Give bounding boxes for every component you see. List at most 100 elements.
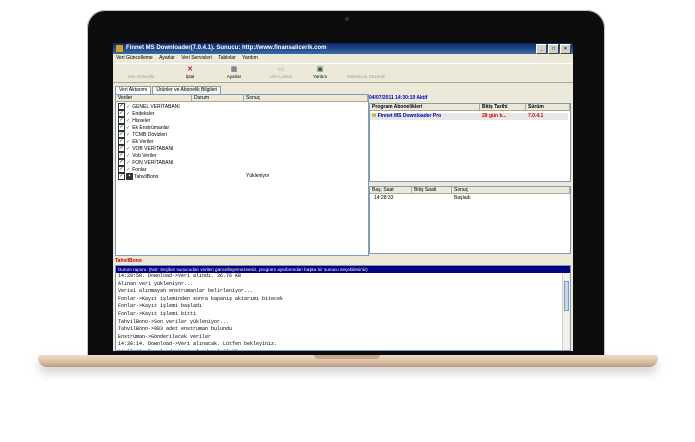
- table-row[interactable]: ✓ ✓ VOB VERİTABANI: [118, 145, 363, 152]
- table-row[interactable]: ✓ ▪ TahvilBono Yükleniyor: [118, 173, 363, 180]
- check-icon: ✓: [126, 159, 131, 166]
- row-result: Yükleniyor: [246, 173, 270, 179]
- menu-veri-servisleri[interactable]: Veri Servisleri: [181, 55, 212, 61]
- log-section-title: TahvilBono: [115, 258, 142, 264]
- tab-veri-aktarimi[interactable]: Veri Aktarımı: [115, 86, 152, 94]
- checkbox[interactable]: ✓: [118, 103, 125, 110]
- table-row[interactable]: ✓ ✓ FON VERİTABANI: [118, 159, 363, 166]
- col-header-start[interactable]: Baş. Saat: [370, 187, 412, 194]
- row-name: TCMB Dövizleri: [132, 131, 167, 138]
- checkbox[interactable]: ✓: [118, 145, 125, 152]
- table-row[interactable]: ✓ ✓ Hisseler: [118, 117, 363, 124]
- log-line: Enstrüman->Gönderilecek veriler: [118, 333, 212, 340]
- menu-veri-guncelleme[interactable]: Veri Güncelleme: [116, 55, 153, 61]
- cancel-button[interactable]: ✕ İptal: [177, 66, 203, 79]
- log-line: Fonlar->Kayıt işleminden sonra kapanış a…: [118, 295, 284, 302]
- row-name: GENEL VERİTABANI: [132, 103, 180, 110]
- table-row[interactable]: ✓ ✓ GENEL VERİTABANI: [118, 103, 363, 110]
- table-row[interactable]: ✓ ✓ TCMB Dövizleri: [118, 131, 363, 138]
- settings-button[interactable]: ▦ Ayarlar: [221, 66, 247, 79]
- log-line: TahvilBono->Son veriler yükleniyor...: [118, 318, 230, 325]
- log-line: 14:29:58. Download->Veri alındı. 36.76 K…: [118, 273, 242, 279]
- table-row[interactable]: ✓ ✓ Fonlar: [118, 166, 363, 173]
- col-header-veriler[interactable]: Veriler: [116, 95, 192, 102]
- metastock-icon: [362, 66, 370, 73]
- app-icon: [116, 45, 123, 52]
- subscription-version: 7.0.4.1: [528, 113, 544, 119]
- log-header: Durum raporu: (Not: Seçilen sunucudan ve…: [116, 266, 570, 273]
- metastock-button[interactable]: Metastock Düzenle: [341, 66, 391, 79]
- settings-icon: ▦: [230, 66, 238, 73]
- table-row[interactable]: ✓ ✓ Vob Veriler: [118, 152, 363, 159]
- table-row[interactable]: ✓ ✓ Ek Veriler: [118, 138, 363, 145]
- history-start: 14:28:33: [374, 195, 394, 201]
- camera-dot: [345, 17, 349, 21]
- checkbox[interactable]: ✓: [118, 117, 125, 124]
- row-name: Vob Veriler: [132, 152, 157, 159]
- check-icon: ✓: [126, 117, 131, 124]
- menu-ayarlar[interactable]: Ayarlar: [159, 55, 175, 61]
- row-name: Ek Enstrümanlar: [132, 124, 170, 131]
- refresh-icon: [137, 66, 145, 73]
- table-row[interactable]: ✓ ✓ Endeksler: [118, 110, 363, 117]
- title-bar[interactable]: Finnet MS Downloader(7.0.4.1). Sunucu: h…: [113, 43, 573, 54]
- maximize-button[interactable]: □: [548, 44, 559, 54]
- row-name: VOB VERİTABANI: [132, 145, 174, 152]
- col-header-bitis[interactable]: Bitiş Tarihi: [480, 104, 526, 111]
- row-name: Fonlar: [132, 166, 147, 173]
- right-panel: 04/07/2011 14:30:19 Aktif Program Abonel…: [369, 94, 571, 254]
- laptop-notch: [314, 355, 380, 359]
- data-transfer-table: Veriler Durum Sonuç ✓ ✓ GENEL VERİTABANI ✓ ✓…: [115, 94, 369, 256]
- table-row[interactable]: ✓ ✓ Ek Enstrümanlar: [118, 124, 363, 131]
- update-button[interactable]: Veri Güncelle: [121, 66, 161, 79]
- minimize-button[interactable]: _: [536, 44, 547, 54]
- cancel-icon: ✕: [187, 66, 193, 73]
- checkbox[interactable]: ✓: [118, 124, 125, 131]
- checkbox[interactable]: ✓: [118, 152, 125, 159]
- col-header-result[interactable]: Sonuç: [452, 187, 570, 194]
- checkbox[interactable]: ✓: [118, 173, 125, 180]
- scrollbar-thumb[interactable]: [564, 281, 569, 311]
- app-window: Finnet MS Downloader(7.0.4.1). Sunucu: h…: [113, 43, 573, 351]
- help-button[interactable]: ▣ Yardım: [307, 66, 333, 79]
- col-header-surum[interactable]: Sürüm: [526, 104, 570, 111]
- check-icon: ✓: [126, 152, 131, 159]
- checkbox[interactable]: ✓: [118, 138, 125, 145]
- history-table: Baş. Saat Bitiş Saati Sonuç 14:28:33 Baş…: [369, 186, 571, 254]
- tab-urunler[interactable]: Ürünler ve Abonelik Bilgileri: [152, 86, 222, 94]
- menu-tablolar[interactable]: Tablolar: [218, 55, 236, 61]
- col-header-sonuc[interactable]: Sonuç: [244, 95, 368, 102]
- table-row[interactable]: 14:28:33 Başladı: [370, 195, 568, 202]
- check-icon: ✓: [126, 138, 131, 145]
- checkbox[interactable]: ✓: [118, 131, 125, 138]
- tab-strip: Veri Aktarımı Ürünler ve Abonelik Bilgile…: [115, 86, 222, 94]
- row-name: Ek Veriler: [132, 138, 154, 145]
- log-scrollbar[interactable]: [562, 273, 570, 350]
- col-header-durum[interactable]: Durum: [192, 95, 244, 102]
- check-icon: ✓: [126, 145, 131, 152]
- log-line: 14:30:18. Download->Veri alındı. 8.93 KB: [116, 349, 570, 350]
- progress-icon: ▪: [126, 173, 133, 180]
- log-panel: Durum raporu: (Not: Seçilen sunucudan ve…: [115, 265, 571, 351]
- history-result: Başladı: [454, 195, 471, 201]
- row-name: FON VERİTABANI: [132, 159, 174, 166]
- menu-yardim[interactable]: Yardım: [242, 55, 258, 61]
- row-name: Endeksler: [132, 110, 155, 117]
- checkbox[interactable]: ✓: [118, 166, 125, 173]
- log-line: Verisi alınmayan enstrumanlar belirleniy…: [118, 288, 254, 295]
- col-header-program[interactable]: Program Abonelikleri: [370, 104, 480, 111]
- col-header-end[interactable]: Bitiş Saati: [412, 187, 452, 194]
- row-name: Hisseler: [132, 117, 151, 124]
- envelope-icon: ✉: [372, 113, 377, 119]
- list-icon: ▭: [277, 66, 285, 73]
- window-title: Finnet MS Downloader(7.0.4.1). Sunucu: h…: [126, 45, 327, 51]
- data-list-button[interactable]: ▭ Veri Listesi: [263, 66, 299, 79]
- check-icon: ✓: [126, 166, 131, 173]
- status-datetime: 04/07/2011 14:30:19 Aktif: [369, 95, 428, 101]
- table-row[interactable]: ✉ Finnet MS Downloader Pro 28 gün k... 7…: [370, 113, 568, 120]
- checkbox[interactable]: ✓: [118, 159, 125, 166]
- menu-bar: Veri Güncelleme Ayarlar Veri Servisleri …: [113, 54, 573, 62]
- log-line: Fonlar->Kayıt işlemi bitti: [118, 310, 197, 317]
- checkbox[interactable]: ✓: [118, 110, 125, 117]
- close-button[interactable]: ×: [560, 44, 571, 54]
